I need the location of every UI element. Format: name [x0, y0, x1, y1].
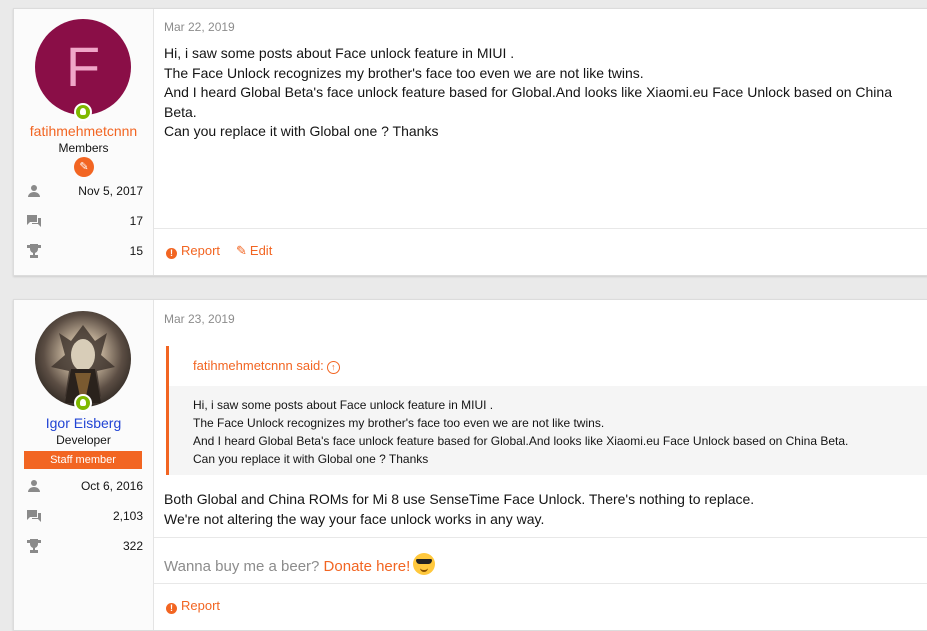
trophy-icon	[27, 244, 41, 258]
stat-value: 2,103	[112, 509, 143, 523]
username[interactable]: Igor Eisberg	[14, 415, 153, 431]
stat-value: Nov 5, 2017	[78, 184, 143, 198]
report-label: Report	[181, 243, 221, 258]
alert-icon: !	[166, 248, 177, 259]
avatar[interactable]	[35, 311, 131, 407]
stat-value: Oct 6, 2016	[80, 479, 143, 493]
pencil-icon: ✎	[236, 243, 247, 258]
signature-label: Wanna buy me a beer?	[164, 558, 324, 575]
avatar[interactable]: F	[35, 19, 131, 115]
member-badge-icon: ✎	[74, 157, 94, 177]
stat-value: 15	[129, 244, 143, 258]
quote-line: The Face Unlock recognizes my brother's …	[193, 416, 605, 430]
sunglasses-emoji-icon	[413, 553, 436, 575]
edit-button[interactable]: ✎ Edit	[236, 243, 272, 259]
post-actions: ! Report	[154, 583, 927, 630]
user-cell: F fatihmehmetcnnn Members ✎ Nov 5, 2017 …	[14, 9, 154, 275]
user-icon	[28, 185, 40, 197]
stat-joined: Oct 6, 2016	[24, 477, 143, 495]
user-icon	[28, 480, 40, 492]
body-line: Hi, i saw some posts about Face unlock f…	[164, 45, 515, 61]
quote-body: Hi, i saw some posts about Face unlock f…	[169, 386, 927, 475]
post-date[interactable]: Mar 23, 2019	[164, 312, 235, 326]
username[interactable]: fatihmehmetcnnn	[14, 123, 153, 139]
quote-author-label: fatihmehmetcnnn said:	[193, 358, 324, 373]
edit-label: Edit	[249, 243, 273, 258]
quote-line: Can you replace it with Global one ? Tha…	[193, 452, 429, 466]
body-line: Both Global and China ROMs for Mi 8 use …	[164, 491, 755, 507]
donate-link[interactable]: Donate here!	[324, 558, 411, 575]
quote-author[interactable]: fatihmehmetcnnn said: ↑	[193, 358, 340, 374]
staff-badge: Staff member	[24, 451, 142, 469]
trophy-icon	[27, 539, 41, 553]
body-line: The Face Unlock recognizes my brother's …	[164, 64, 644, 81]
stat-trophies: 322	[24, 537, 143, 555]
post-actions: ! Report ✎ Edit	[154, 228, 927, 275]
post-date[interactable]: Mar 22, 2019	[164, 20, 235, 34]
avatar-image	[51, 325, 115, 403]
stat-messages: 17	[24, 212, 143, 230]
post-1: F fatihmehmetcnnn Members ✎ Nov 5, 2017 …	[13, 8, 927, 276]
online-status-icon	[74, 103, 92, 121]
messages-icon	[27, 510, 41, 522]
post-body: Both Global and China ROMs for Mi 8 use …	[164, 490, 918, 529]
user-cell: Igor Eisberg Developer Staff member Oct …	[14, 300, 154, 630]
stat-messages: 2,103	[24, 507, 143, 525]
report-button[interactable]: ! Report	[166, 243, 220, 259]
body-line: And I heard Global Beta's face unlock fe…	[164, 84, 892, 120]
signature: Wanna buy me a beer? Donate here!	[154, 537, 927, 584]
signature-text: Wanna buy me a beer? Donate here!	[164, 553, 436, 575]
stat-value: 322	[122, 539, 143, 553]
post-body: Hi, i saw some posts about Face unlock f…	[164, 44, 918, 142]
quote-line: Hi, i saw some posts about Face unlock f…	[193, 398, 494, 412]
stat-trophies: 15	[24, 242, 143, 260]
quote-block: fatihmehmetcnnn said: ↑ Hi, i saw some po…	[166, 346, 927, 475]
alert-icon: !	[166, 603, 177, 614]
post-content: Mar 23, 2019 fatihmehmetcnnn said: ↑ Hi, …	[154, 300, 927, 630]
quote-line: And I heard Global Beta's face unlock fe…	[193, 434, 849, 448]
report-label: Report	[181, 598, 221, 613]
post-content: Mar 22, 2019 Hi, i saw some posts about …	[154, 9, 927, 275]
stat-value: 17	[129, 214, 143, 228]
arrow-up-icon[interactable]: ↑	[326, 361, 340, 374]
body-line: We're not altering the way your face unl…	[164, 510, 545, 527]
stat-joined: Nov 5, 2017	[24, 182, 143, 200]
online-status-icon	[74, 394, 92, 412]
post-2: Igor Eisberg Developer Staff member Oct …	[13, 299, 927, 631]
user-title: Members	[58, 141, 109, 155]
report-button[interactable]: ! Report	[166, 598, 220, 614]
user-title: Developer	[56, 433, 111, 447]
messages-icon	[27, 215, 41, 227]
body-line: Can you replace it with Global one ? Tha…	[164, 123, 439, 139]
